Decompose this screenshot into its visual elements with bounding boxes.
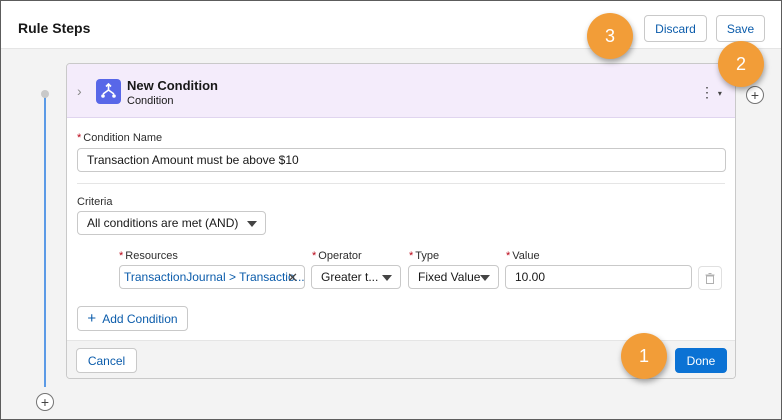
- resources-value[interactable]: TransactionJournal > Transactio...: [124, 270, 304, 284]
- condition-subtitle: Condition: [127, 95, 174, 107]
- operator-label: * Operator: [312, 250, 362, 262]
- resources-label: * Resources: [119, 250, 178, 262]
- condition-title: New Condition: [127, 78, 218, 93]
- condition-card: › New Condition Condition ⋮ ▾ * Condition…: [66, 63, 736, 379]
- chevron-right-icon[interactable]: ›: [77, 83, 82, 99]
- type-select[interactable]: Fixed Value: [408, 265, 499, 289]
- value-input[interactable]: 10.00: [505, 265, 692, 289]
- header-bar: Rule Steps Discard Save: [1, 1, 781, 49]
- criteria-select[interactable]: All conditions are met (AND): [77, 211, 266, 235]
- timeline-line: [44, 94, 46, 387]
- chevron-down-icon: [382, 275, 392, 281]
- condition-card-header[interactable]: › New Condition Condition ⋮ ▾: [67, 64, 735, 118]
- add-condition-button[interactable]: + Add Condition: [77, 306, 188, 331]
- timeline-dot: [41, 90, 49, 98]
- callout-badge-1: 1: [621, 333, 667, 379]
- condition-name-input[interactable]: Transaction Amount must be above $10: [77, 148, 726, 172]
- chevron-down-icon: [480, 275, 490, 281]
- save-button[interactable]: Save: [716, 15, 765, 42]
- plus-icon: +: [87, 310, 97, 327]
- discard-button[interactable]: Discard: [644, 15, 707, 42]
- callout-badge-2: 2: [718, 41, 764, 87]
- done-button[interactable]: Done: [675, 348, 727, 373]
- page-title: Rule Steps: [18, 20, 91, 36]
- trash-icon[interactable]: [698, 266, 722, 290]
- type-value: Fixed Value: [418, 270, 481, 284]
- callout-badge-3: 3: [587, 13, 633, 59]
- condition-name-label: * Condition Name: [77, 132, 163, 144]
- resources-input[interactable]: TransactionJournal > Transactio... ✕: [119, 265, 305, 289]
- divider: [77, 183, 725, 184]
- cancel-button[interactable]: Cancel: [76, 348, 137, 373]
- criteria-label: Criteria: [77, 196, 113, 208]
- add-step-icon[interactable]: +: [746, 86, 764, 104]
- value-label: * Value: [506, 250, 540, 262]
- kebab-menu-icon[interactable]: ⋮ ▾: [700, 84, 722, 101]
- type-label: * Type: [409, 250, 440, 262]
- chevron-down-icon: [247, 221, 257, 227]
- operator-value: Greater t...: [321, 270, 379, 284]
- condition-branch-icon: [96, 79, 121, 104]
- criteria-value: All conditions are met (AND): [87, 216, 239, 230]
- add-condition-label: Add Condition: [102, 311, 178, 326]
- add-step-bottom-icon[interactable]: +: [36, 393, 54, 411]
- close-icon[interactable]: ✕: [287, 270, 298, 286]
- operator-select[interactable]: Greater t...: [311, 265, 401, 289]
